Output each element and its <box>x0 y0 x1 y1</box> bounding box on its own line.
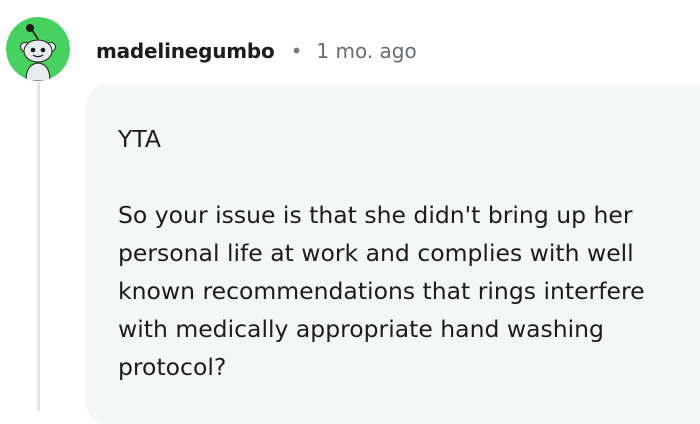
meta-separator: • <box>290 39 303 63</box>
comment: madelinegumbo • 1 mo. ago YTA So your is… <box>0 0 700 424</box>
comment-timestamp[interactable]: 1 mo. ago <box>316 39 416 63</box>
comment-body: YTA So your issue is that she didn't bri… <box>118 120 688 386</box>
author-username[interactable]: madelinegumbo <box>96 39 275 63</box>
comment-paragraph: So your issue is that she didn't bring u… <box>118 201 645 381</box>
snoo-avatar-icon[interactable] <box>6 17 70 81</box>
comment-paragraph: YTA <box>118 125 161 153</box>
thread-line[interactable] <box>37 82 40 411</box>
comment-header: madelinegumbo • 1 mo. ago <box>96 34 417 68</box>
